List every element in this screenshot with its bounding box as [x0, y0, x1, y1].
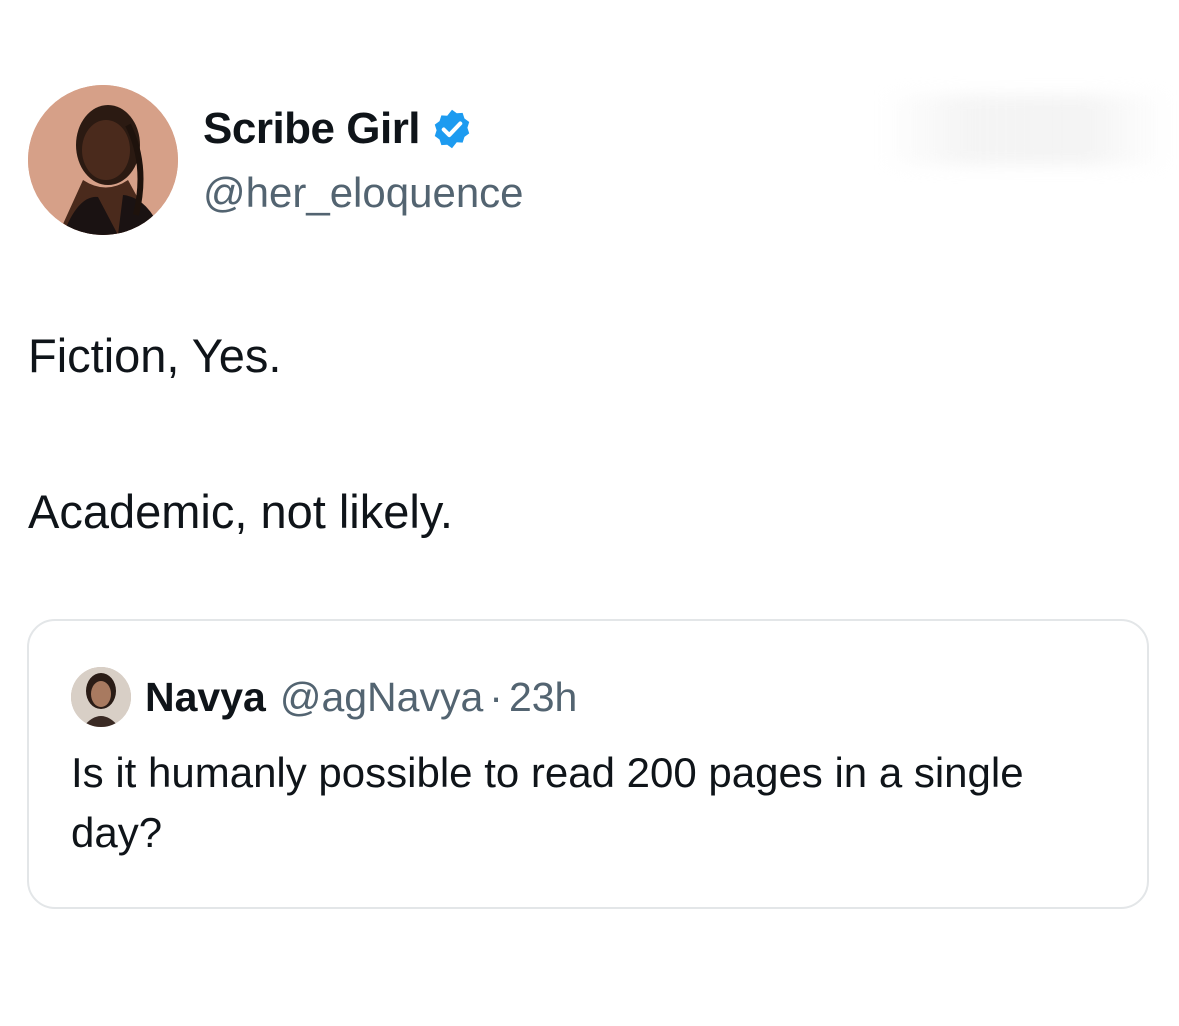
quoted-tweet-header: Navya @agNavya · 23h: [71, 667, 577, 727]
quoted-tweet-card[interactable]: Navya @agNavya · 23h Is it humanly possi…: [27, 619, 1149, 909]
quoted-tweet-text: Is it humanly possible to read 200 pages…: [71, 749, 1024, 856]
author-header: Scribe Girl: [203, 103, 474, 155]
author-handle[interactable]: @her_eloquence: [203, 167, 524, 219]
tweet-text-line-2: Academic, not likely.: [28, 485, 453, 538]
quoted-timestamp[interactable]: 23h: [509, 674, 577, 721]
quoted-author-avatar[interactable]: [71, 667, 131, 727]
verified-badge-icon: [430, 107, 474, 151]
author-display-name[interactable]: Scribe Girl: [203, 103, 421, 155]
quoted-author-name[interactable]: Navya: [145, 674, 266, 721]
quoted-author-handle[interactable]: @agNavya: [280, 674, 483, 721]
blurred-region: [880, 95, 1170, 165]
author-avatar[interactable]: [28, 85, 178, 235]
tweet-text-line-1: Fiction, Yes.: [28, 329, 282, 382]
quoted-separator: ·: [489, 673, 503, 720]
